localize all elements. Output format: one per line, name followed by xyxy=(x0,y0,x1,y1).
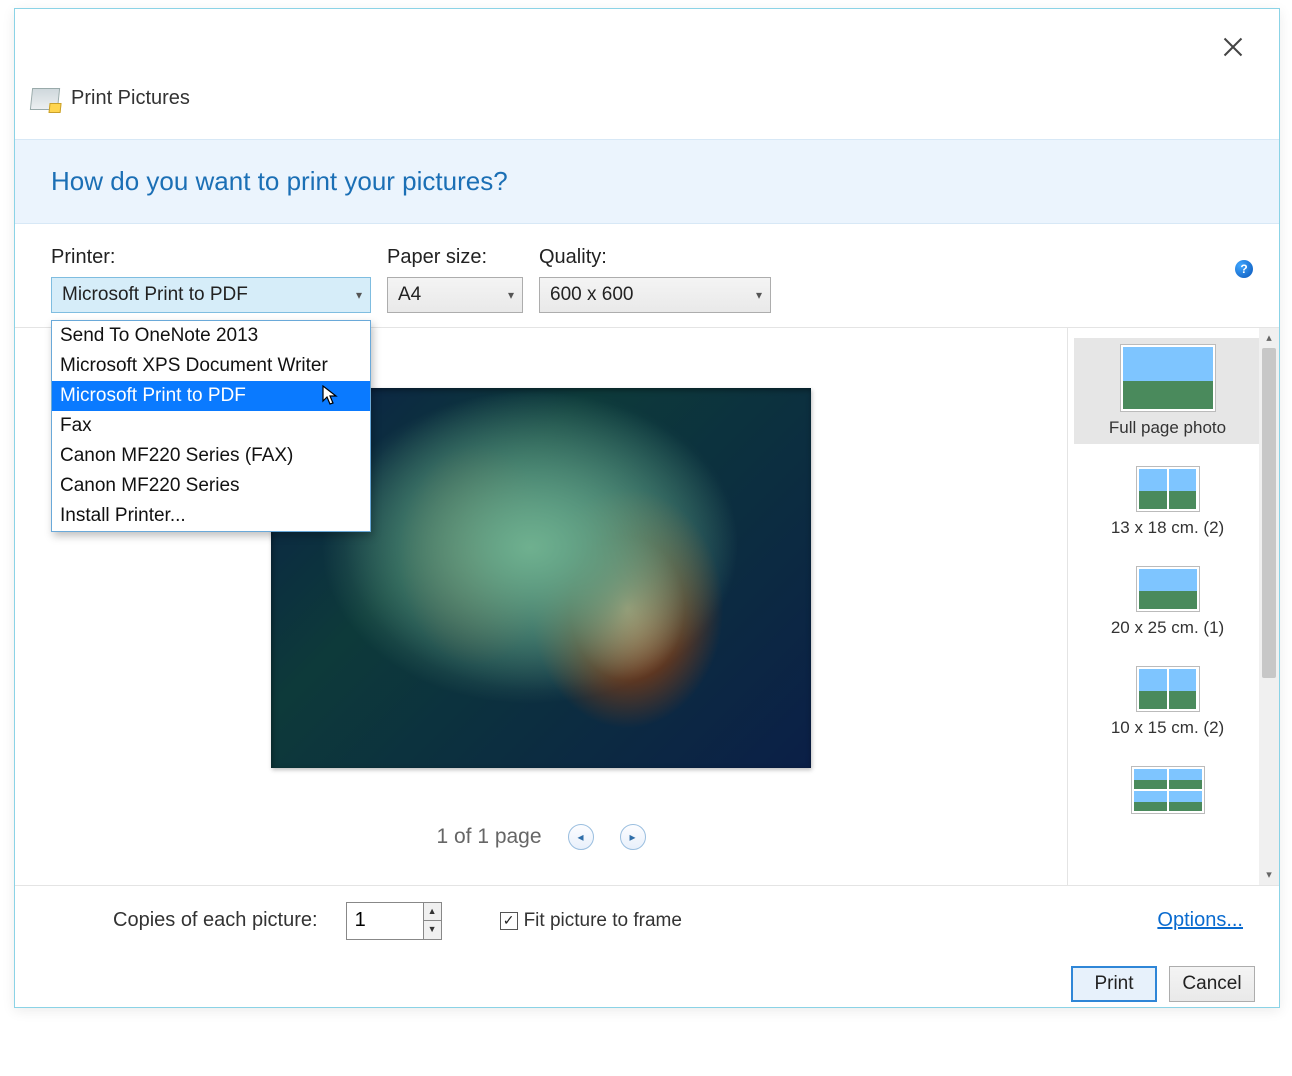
layout-label: 10 x 15 cm. (2) xyxy=(1111,718,1224,738)
chevron-down-icon: ▾ xyxy=(756,288,762,302)
header-question: How do you want to print your pictures? xyxy=(51,166,1243,197)
layout-option[interactable]: 20 x 25 cm. (1) xyxy=(1074,560,1261,644)
printer-option[interactable]: Microsoft Print to PDF xyxy=(52,381,370,411)
config-row: Printer: Microsoft Print to PDF▾ Paper s… xyxy=(15,224,1279,327)
layout-scrollbar[interactable]: ▴ ▾ xyxy=(1259,328,1279,885)
bottom-bar: Copies of each picture: ▲ ▼ ✓ Fit pictur… xyxy=(15,885,1279,955)
copies-spinner[interactable]: ▲ ▼ xyxy=(346,902,442,940)
printer-option[interactable]: Send To OneNote 2013 xyxy=(52,321,370,351)
layout-label: 20 x 25 cm. (1) xyxy=(1111,618,1224,638)
quality-label: Quality: xyxy=(539,246,771,269)
printer-option[interactable]: Fax xyxy=(52,411,370,441)
layout-option[interactable]: Full page photo xyxy=(1074,338,1261,444)
print-button[interactable]: Print xyxy=(1071,966,1157,1002)
titlebar: Print Pictures xyxy=(15,9,1279,119)
cancel-button[interactable]: Cancel xyxy=(1169,966,1255,1002)
paper-size-select[interactable]: A4▾ xyxy=(387,277,523,313)
cursor-icon xyxy=(322,385,340,413)
help-icon[interactable]: ? xyxy=(1235,260,1253,278)
pager-text: 1 of 1 page xyxy=(436,825,541,849)
scroll-thumb[interactable] xyxy=(1262,348,1276,678)
printer-option[interactable]: Canon MF220 Series xyxy=(52,471,370,501)
layout-label: 13 x 18 cm. (2) xyxy=(1111,518,1224,538)
printer-select[interactable]: Microsoft Print to PDF▾ xyxy=(51,277,371,313)
chevron-down-icon: ▾ xyxy=(508,288,514,302)
layout-option[interactable] xyxy=(1074,760,1261,826)
printer-option[interactable]: Microsoft XPS Document Writer xyxy=(52,351,370,381)
options-link[interactable]: Options... xyxy=(1157,909,1243,932)
scroll-down-icon[interactable]: ▾ xyxy=(1259,865,1279,885)
header-band: How do you want to print your pictures? xyxy=(15,139,1279,224)
printer-option[interactable]: Canon MF220 Series (FAX) xyxy=(52,441,370,471)
paper-size-label: Paper size: xyxy=(387,246,523,269)
spinner-up-icon[interactable]: ▲ xyxy=(424,903,441,921)
layout-panel: Full page photo 13 x 18 cm. (2) 20 x 25 cm… xyxy=(1067,328,1279,885)
layout-label: Full page photo xyxy=(1109,418,1226,438)
layout-option[interactable]: 10 x 15 cm. (2) xyxy=(1074,660,1261,744)
dialog-title: Print Pictures xyxy=(71,87,190,110)
scroll-up-icon[interactable]: ▴ xyxy=(1259,328,1279,348)
copies-label: Copies of each picture: xyxy=(113,909,318,932)
quality-select[interactable]: 600 x 600▾ xyxy=(539,277,771,313)
close-icon[interactable] xyxy=(1219,33,1247,61)
chevron-down-icon: ▾ xyxy=(356,288,362,302)
printer-option[interactable]: Install Printer... xyxy=(52,501,370,531)
layout-option[interactable]: 13 x 18 cm. (2) xyxy=(1074,460,1261,544)
copies-input[interactable] xyxy=(347,903,423,939)
printer-icon xyxy=(30,88,60,110)
next-page-button[interactable]: ▸ xyxy=(620,824,646,850)
fit-to-frame-checkbox[interactable]: ✓ xyxy=(500,912,518,930)
action-bar: Print Cancel xyxy=(15,955,1279,1013)
printer-label: Printer: xyxy=(51,246,371,269)
print-pictures-dialog: Print Pictures How do you want to print … xyxy=(14,8,1280,1008)
fit-to-frame-label: Fit picture to frame xyxy=(524,910,682,932)
spinner-down-icon[interactable]: ▼ xyxy=(424,920,441,939)
prev-page-button[interactable]: ◂ xyxy=(568,824,594,850)
printer-dropdown: Send To OneNote 2013Microsoft XPS Docume… xyxy=(51,320,371,532)
